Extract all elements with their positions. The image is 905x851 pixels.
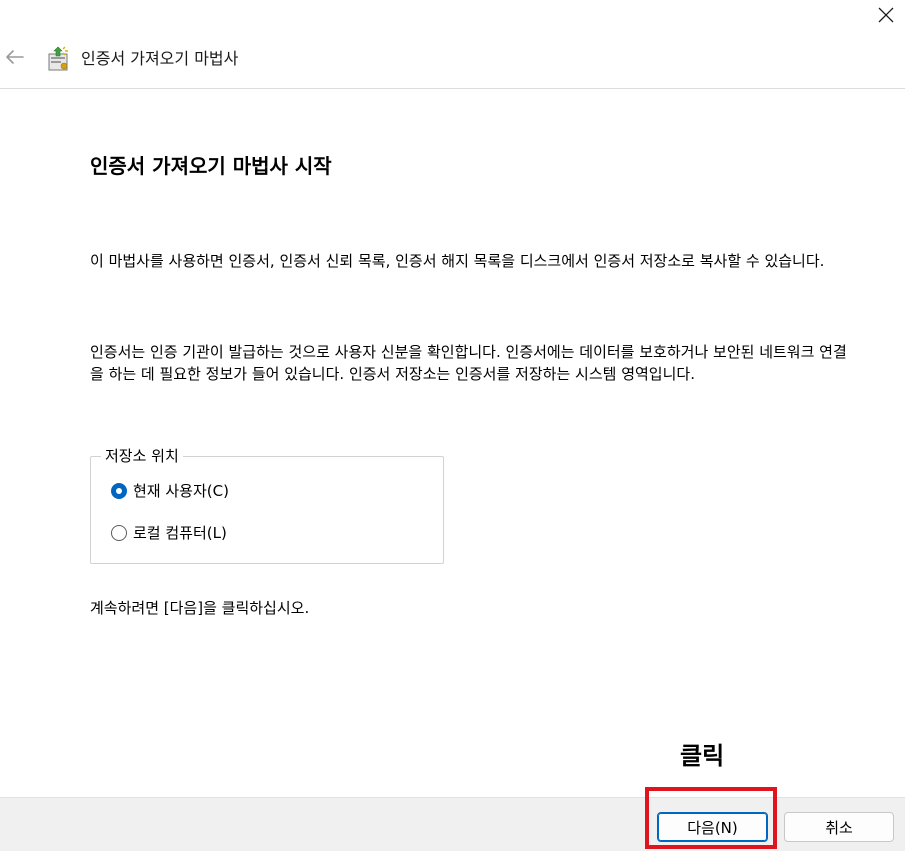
certificate-description-paragraph: 인증서는 인증 기관이 발급하는 것으로 사용자 신분을 확인합니다. 인증서에… [90,343,847,383]
wizard-footer: 다음(N) 취소 [0,797,905,851]
back-arrow-icon [5,49,25,69]
store-location-group: 저장소 위치 현재 사용자(C) 로컬 컴퓨터(L) [90,446,444,564]
radio-local-machine[interactable]: 로컬 컴퓨터(L) [111,523,227,543]
close-icon [878,7,894,23]
continue-instruction: 계속하려면 [다음]을 클릭하십시오. [90,599,310,617]
header-title: 인증서 가져오기 마법사 [81,49,239,68]
store-location-legend: 저장소 위치 [101,446,183,466]
intro-paragraph: 이 마법사를 사용하면 인증서, 인증서 신뢰 목록, 인증서 해지 목록을 디… [90,252,825,270]
cancel-button[interactable]: 취소 [784,812,894,842]
certificate-wizard-icon [46,45,72,73]
radio-current-user[interactable]: 현재 사용자(C) [111,481,229,501]
radio-local-machine-label: 로컬 컴퓨터(L) [133,524,227,542]
back-button[interactable] [2,46,28,72]
click-annotation: 클릭 [680,742,725,770]
radio-checked-indicator[interactable] [111,483,127,499]
radio-current-user-label: 현재 사용자(C) [133,482,229,500]
wizard-header: 인증서 가져오기 마법사 [0,30,905,89]
page-title: 인증서 가져오기 마법사 시작 [90,154,332,178]
close-button[interactable] [867,0,905,30]
certificate-import-wizard-window: 인증서 가져오기 마법사 인증서 가져오기 마법사 시작 이 마법사를 사용하면… [0,0,905,851]
next-button[interactable]: 다음(N) [657,812,768,842]
radio-unchecked-indicator[interactable] [111,525,127,541]
